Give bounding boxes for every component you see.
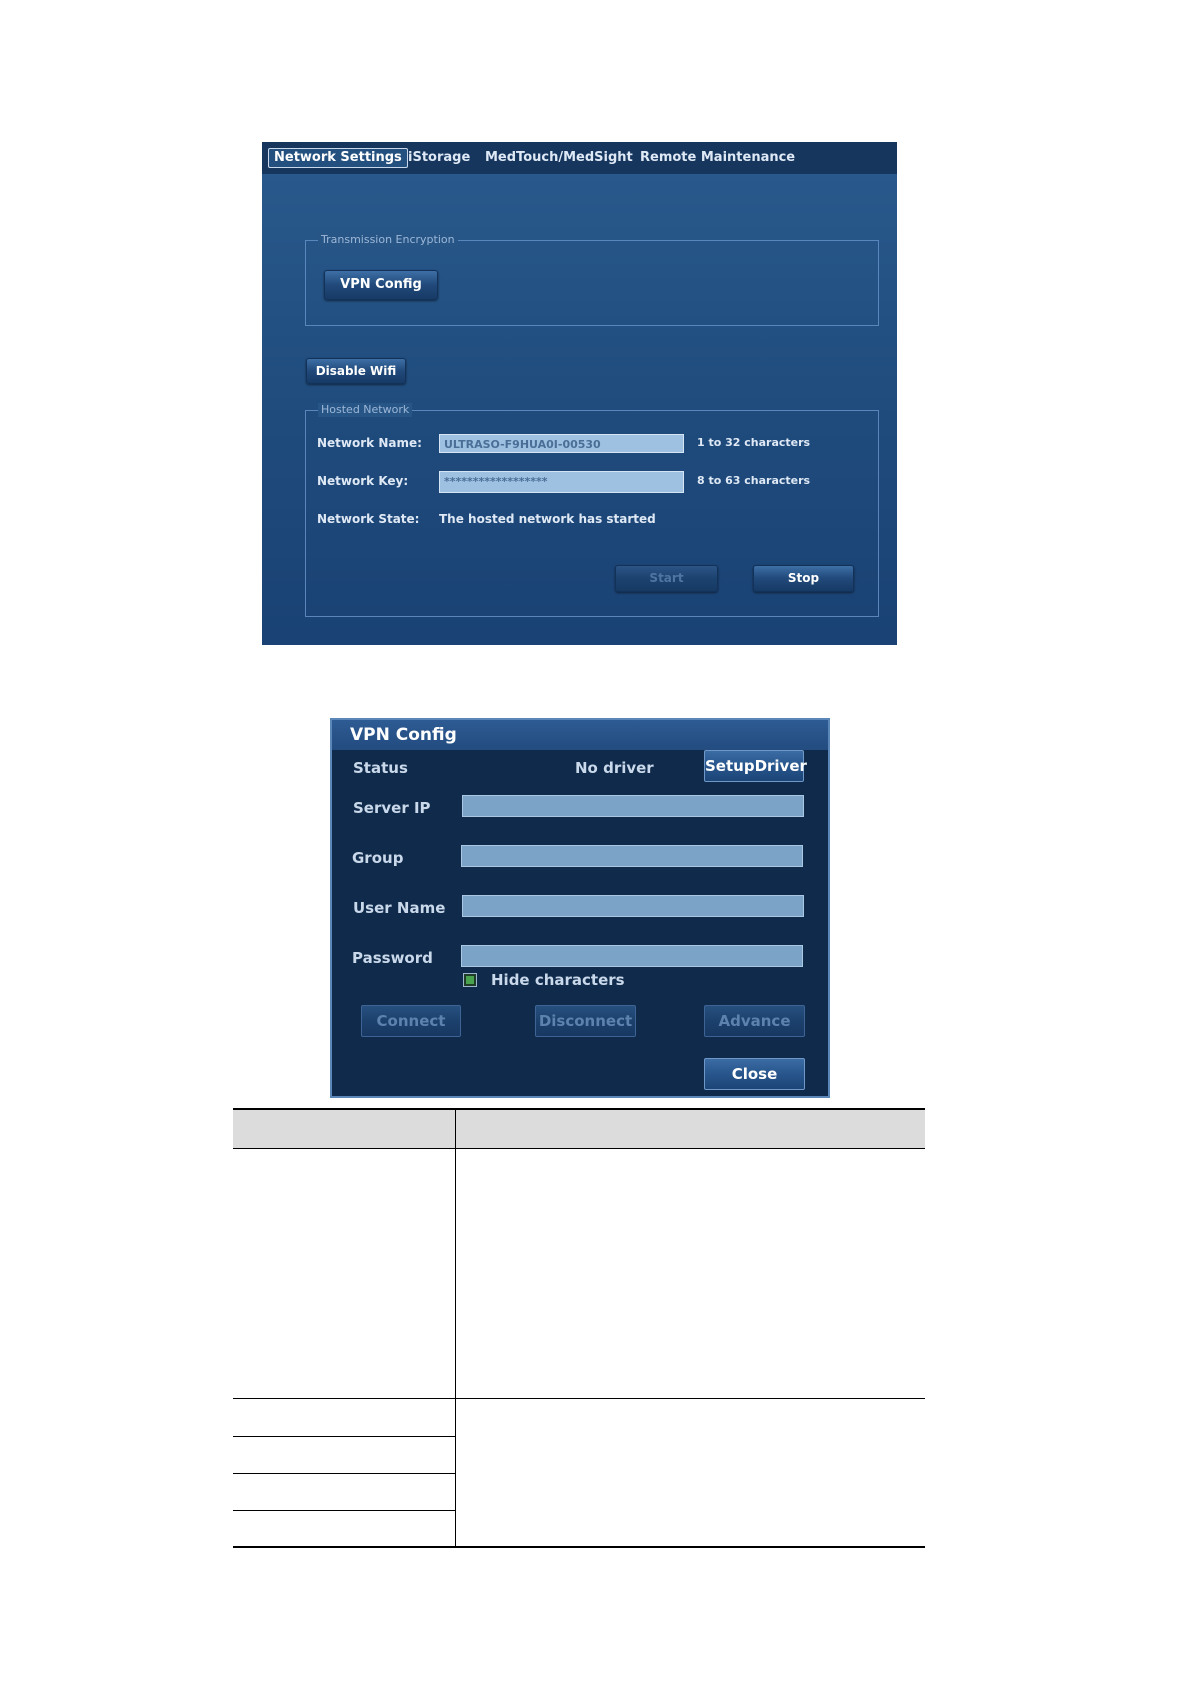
network-name-input[interactable]: ULTRASO-F9HUA0I-00530 [439,434,684,453]
status-label: Status [353,759,408,777]
setup-driver-button[interactable]: SetupDriver [704,750,807,782]
hide-characters-checkbox[interactable] [463,973,477,987]
table-top-border [233,1108,925,1110]
password-input[interactable] [461,945,803,967]
vpn-config-dialog: VPN Config Status No driver SetupDriver … [330,718,830,1098]
disconnect-button[interactable]: Disconnect [535,1005,636,1037]
tab-medtouch-medsight[interactable]: MedTouch/MedSight [485,149,633,167]
network-key-hint: 8 to 63 characters [697,474,811,487]
status-value: No driver [575,759,654,777]
hosted-network-legend: Hosted Network [318,403,413,417]
disable-wifi-button[interactable]: Disable Wifi [306,358,406,384]
transmission-encryption-legend: Transmission Encryption [318,233,458,247]
table-row-divider [233,1510,455,1511]
advance-button[interactable]: Advance [704,1005,805,1037]
vpn-title-bar: VPN Config [332,720,828,750]
network-key-input[interactable]: ****************** [439,471,684,493]
network-state-label: Network State: [317,512,420,526]
table-bottom-border [233,1546,925,1548]
user-name-input[interactable] [462,895,804,917]
network-key-label: Network Key: [317,474,409,488]
tab-bar: Network Settings iStorage MedTouch/MedSi… [262,142,897,174]
transmission-encryption-group: Transmission Encryption VPN Config [305,233,879,326]
table-header-divider [233,1148,925,1149]
close-button[interactable]: Close [704,1058,805,1090]
tab-network-settings[interactable]: Network Settings [268,148,408,168]
group-label: Group [352,849,404,867]
server-ip-input[interactable] [462,795,804,817]
group-input[interactable] [461,845,803,867]
table-row-divider [233,1473,455,1474]
table-row-divider [233,1398,925,1399]
hide-characters-label: Hide characters [491,971,625,989]
network-name-hint: 1 to 32 characters [697,436,811,449]
tab-remote-maintenance[interactable]: Remote Maintenance [640,149,795,167]
network-state-value: The hosted network has started [439,512,656,526]
vpn-config-button[interactable]: VPN Config [324,270,438,300]
connect-button[interactable]: Connect [361,1005,461,1037]
table-column-divider [455,1110,456,1546]
network-name-label: Network Name: [317,436,422,450]
vpn-dialog-title: VPN Config [350,725,457,745]
start-button[interactable]: Start [615,565,718,592]
user-name-label: User Name [353,899,446,917]
table-row-divider [233,1436,455,1437]
hosted-network-group: Hosted Network Network Name: ULTRASO-F9H… [305,403,879,617]
description-table [233,1108,925,1548]
table-header-row [233,1110,925,1148]
stop-button[interactable]: Stop [753,565,854,592]
password-label: Password [352,949,433,967]
tab-istorage[interactable]: iStorage [408,149,470,167]
network-settings-panel: Network Settings iStorage MedTouch/MedSi… [262,142,897,645]
checkbox-checked-mark [466,976,474,984]
server-ip-label: Server IP [353,799,431,817]
